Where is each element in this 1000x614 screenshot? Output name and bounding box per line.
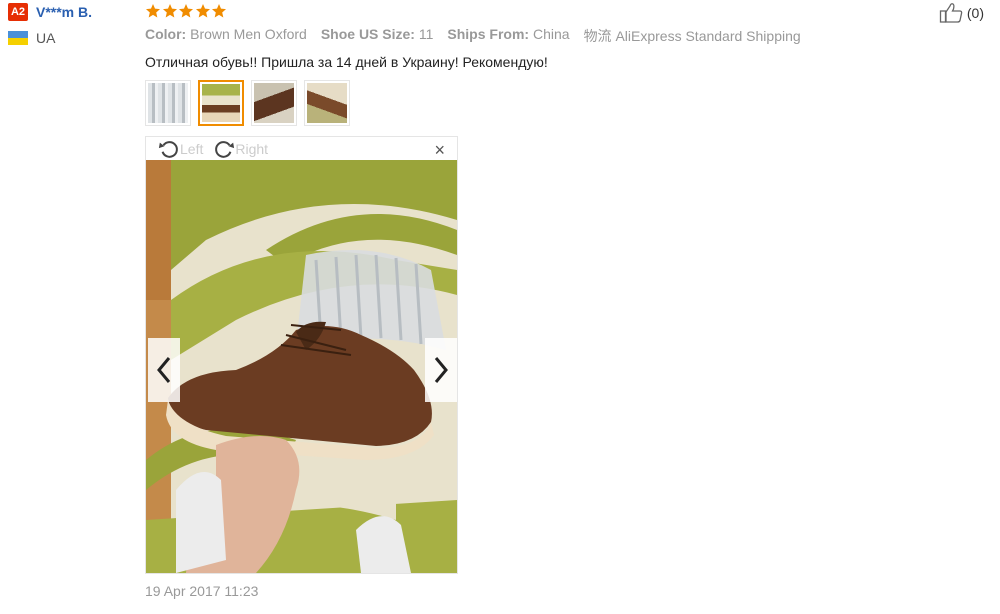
rotate-left-button[interactable]: Left xyxy=(158,138,203,160)
reviewer-name[interactable]: V***m B. xyxy=(36,4,92,20)
review-date: 19 Apr 2017 11:23 xyxy=(145,583,259,599)
review-content: Color: Brown Men Oxford Shoe US Size: 11… xyxy=(145,0,845,126)
next-photo-button[interactable] xyxy=(425,338,457,402)
star-icon xyxy=(211,3,227,19)
photo-thumb-shoe-pair[interactable] xyxy=(304,80,350,126)
photo-thumb-shoe-side[interactable] xyxy=(251,80,297,126)
photo-thumb-packaging[interactable] xyxy=(145,80,191,126)
active-thumb-caret xyxy=(218,124,230,126)
review-text: Отличная обувь!! Пришла за 14 дней в Укр… xyxy=(145,54,548,70)
rotate-right-icon xyxy=(215,140,235,158)
shoe-photo-image xyxy=(146,160,457,573)
attr-ships-from: Ships From: China xyxy=(447,26,570,42)
star-icon xyxy=(162,3,178,19)
viewer-toolbar: Left Right × xyxy=(146,137,457,160)
order-attributes: Color: Brown Men Oxford Shoe US Size: 11… xyxy=(145,26,845,46)
chevron-left-icon xyxy=(157,357,171,383)
helpful-button[interactable]: (0) xyxy=(939,2,984,24)
attr-logistics: 物流 AliExpress Standard Shipping xyxy=(583,28,801,44)
previous-photo-button[interactable] xyxy=(148,338,180,402)
star-rating xyxy=(145,0,845,22)
buyer-level-badge: A2 xyxy=(8,3,28,21)
attr-color: Color: Brown Men Oxford xyxy=(145,26,307,42)
star-icon xyxy=(195,3,211,19)
star-icon xyxy=(145,3,161,19)
review-photo xyxy=(146,160,457,573)
country-flag-icon xyxy=(8,31,28,45)
thumbs-up-icon xyxy=(939,3,963,23)
photo-thumb-shoe-hand[interactable] xyxy=(198,80,244,126)
chevron-right-icon xyxy=(434,357,448,383)
reviewer-country: UA xyxy=(36,30,56,46)
photo-thumbnails xyxy=(145,80,845,126)
reviewer-info: A2 V***m B. UA xyxy=(8,2,138,46)
photo-viewer: Left Right × xyxy=(145,136,458,574)
rotate-right-button[interactable]: Right xyxy=(213,138,268,160)
helpful-count: (0) xyxy=(966,5,984,21)
close-viewer-button[interactable]: × xyxy=(434,141,445,159)
attr-shoe-size: Shoe US Size: 11 xyxy=(320,26,434,42)
star-icon xyxy=(178,3,194,19)
rotate-left-icon xyxy=(158,140,178,158)
